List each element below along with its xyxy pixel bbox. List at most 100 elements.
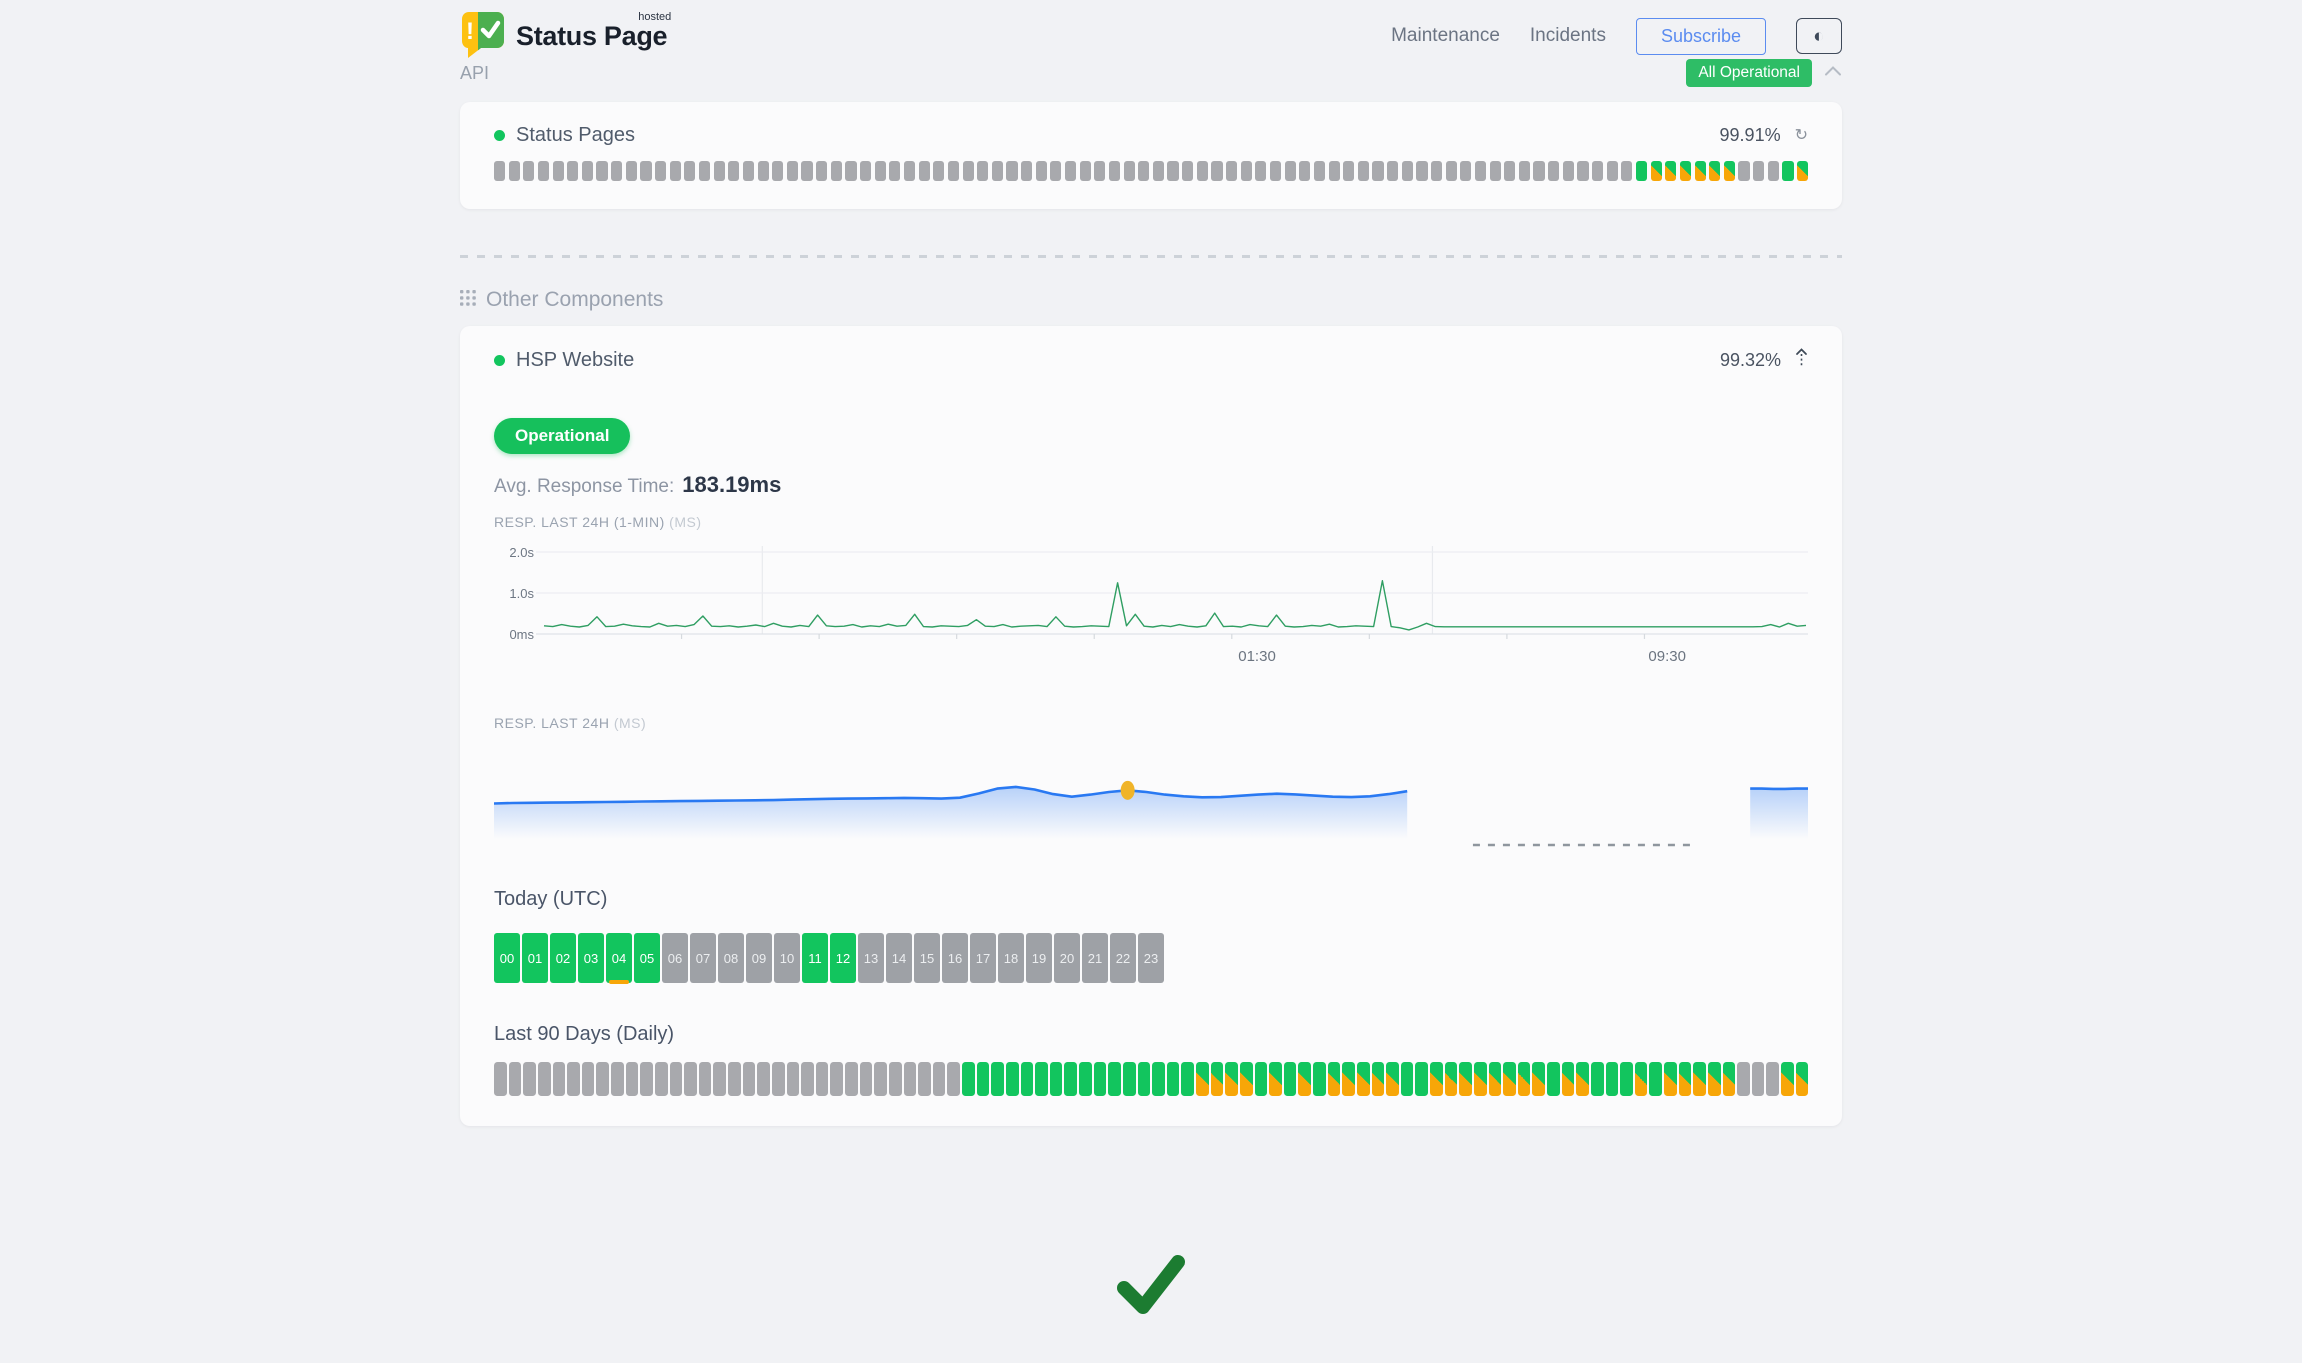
daily-bar[interactable] [1342, 1062, 1355, 1096]
uptime-bar[interactable] [1124, 161, 1135, 181]
hour-cell[interactable]: 11 [802, 933, 828, 983]
daily-bar[interactable] [626, 1062, 639, 1096]
daily-bar[interactable] [567, 1062, 580, 1096]
daily-bar[interactable] [845, 1062, 858, 1096]
daily-bar[interactable] [670, 1062, 683, 1096]
daily-bar[interactable] [538, 1062, 551, 1096]
uptime-bar[interactable] [1636, 161, 1647, 181]
uptime-bar[interactable] [933, 161, 944, 181]
uptime-bar[interactable] [1460, 161, 1471, 181]
daily-bar[interactable] [1415, 1062, 1428, 1096]
hour-cell[interactable]: 21 [1082, 933, 1108, 983]
uptime-bar[interactable] [1299, 161, 1310, 181]
uptime-bar[interactable] [1387, 161, 1398, 181]
daily-bar[interactable] [1211, 1062, 1224, 1096]
uptime-bar[interactable] [948, 161, 959, 181]
uptime-bar[interactable] [1753, 161, 1764, 181]
daily-bar[interactable] [1108, 1062, 1121, 1096]
uptime-bar[interactable] [860, 161, 871, 181]
uptime-bar[interactable] [1504, 161, 1515, 181]
uptime-bar[interactable] [831, 161, 842, 181]
uptime-bar[interactable] [1372, 161, 1383, 181]
daily-bar[interactable] [1752, 1062, 1765, 1096]
hour-cell[interactable]: 15 [914, 933, 940, 983]
hour-cell[interactable]: 16 [942, 933, 968, 983]
uptime-bar[interactable] [889, 161, 900, 181]
uptime-bar[interactable] [743, 161, 754, 181]
daily-bar[interactable] [523, 1062, 536, 1096]
uptime-bar[interactable] [758, 161, 769, 181]
daily-bar[interactable] [1313, 1062, 1326, 1096]
daily-bar[interactable] [1123, 1062, 1136, 1096]
uptime-bar[interactable] [1563, 161, 1574, 181]
uptime-bar[interactable] [1241, 161, 1252, 181]
daily-bar[interactable] [1357, 1062, 1370, 1096]
uptime-bar[interactable] [1153, 161, 1164, 181]
uptime-bar[interactable] [567, 161, 578, 181]
uptime-bar[interactable] [1475, 161, 1486, 181]
daily-bar[interactable] [1737, 1062, 1750, 1096]
hour-cell[interactable]: 22 [1110, 933, 1136, 983]
uptime-bar[interactable] [626, 161, 637, 181]
uptime-bar[interactable] [1738, 161, 1749, 181]
uptime-bar[interactable] [523, 161, 534, 181]
hour-cell[interactable]: 04 [606, 933, 632, 983]
daily-bar[interactable] [1649, 1062, 1662, 1096]
uptime-bar[interactable] [1577, 161, 1588, 181]
daily-bar[interactable] [1679, 1062, 1692, 1096]
nav-item-maintenance[interactable]: Maintenance [1391, 25, 1500, 47]
daily-bar[interactable] [904, 1062, 917, 1096]
daily-bar[interactable] [933, 1062, 946, 1096]
daily-bar[interactable] [1401, 1062, 1414, 1096]
uptime-bar[interactable] [655, 161, 666, 181]
uptime-bar[interactable] [1768, 161, 1779, 181]
daily-bar[interactable] [1386, 1062, 1399, 1096]
daily-bar[interactable] [1489, 1062, 1502, 1096]
uptime-bar[interactable] [1109, 161, 1120, 181]
uptime-bar[interactable] [1255, 161, 1266, 181]
theme-toggle-button[interactable]: ◐ [1796, 18, 1842, 54]
daily-bar[interactable] [1269, 1062, 1282, 1096]
hour-cell[interactable]: 23 [1138, 933, 1164, 983]
uptime-bar[interactable] [772, 161, 783, 181]
daily-bar[interactable] [977, 1062, 990, 1096]
hour-cell[interactable]: 07 [690, 933, 716, 983]
daily-bar[interactable] [640, 1062, 653, 1096]
uptime-bar[interactable] [1490, 161, 1501, 181]
daily-bar[interactable] [699, 1062, 712, 1096]
uptime-bar[interactable] [1665, 161, 1676, 181]
uptime-bar[interactable] [684, 161, 695, 181]
chevron-up-icon[interactable] [1824, 64, 1842, 82]
daily-bar[interactable] [889, 1062, 902, 1096]
uptime-bar[interactable] [640, 161, 651, 181]
hour-cell[interactable]: 13 [858, 933, 884, 983]
uptime-bar[interactable] [904, 161, 915, 181]
daily-bar[interactable] [1006, 1062, 1019, 1096]
daily-bar[interactable] [596, 1062, 609, 1096]
uptime-bar[interactable] [538, 161, 549, 181]
uptime-bar[interactable] [714, 161, 725, 181]
uptime-bar[interactable] [1182, 161, 1193, 181]
daily-bar[interactable] [1635, 1062, 1648, 1096]
daily-bar[interactable] [1766, 1062, 1779, 1096]
daily-bar[interactable] [494, 1062, 507, 1096]
uptime-bar[interactable] [728, 161, 739, 181]
uptime-bar[interactable] [1416, 161, 1427, 181]
uptime-bar[interactable] [1607, 161, 1618, 181]
daily-bar[interactable] [787, 1062, 800, 1096]
daily-bar[interactable] [1562, 1062, 1575, 1096]
daily-bar[interactable] [1723, 1062, 1736, 1096]
uptime-bar[interactable] [1621, 161, 1632, 181]
uptime-bar[interactable] [1695, 161, 1706, 181]
daily-bar[interactable] [1459, 1062, 1472, 1096]
uptime-bar[interactable] [1138, 161, 1149, 181]
hour-cell[interactable]: 18 [998, 933, 1024, 983]
hour-cell[interactable]: 20 [1054, 933, 1080, 983]
hour-cell[interactable]: 09 [746, 933, 772, 983]
hour-cell[interactable]: 14 [886, 933, 912, 983]
nav-item-incidents[interactable]: Incidents [1530, 25, 1606, 47]
daily-bar[interactable] [582, 1062, 595, 1096]
overall-status-badge[interactable]: All Operational [1686, 59, 1812, 87]
uptime-bar[interactable] [1431, 161, 1442, 181]
daily-bar[interactable] [1064, 1062, 1077, 1096]
